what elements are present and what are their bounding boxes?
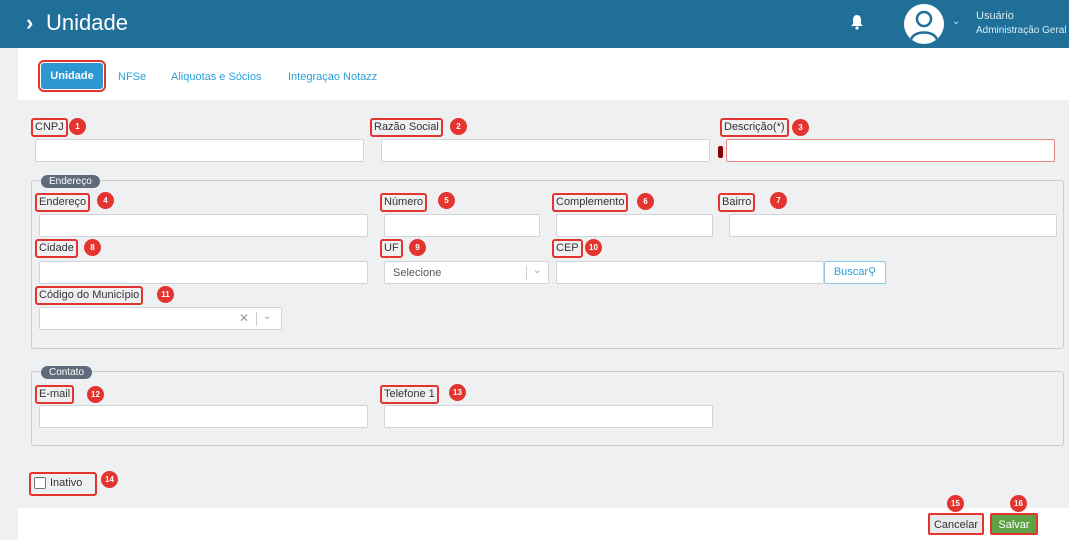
badge-8: 8	[84, 239, 101, 256]
uf-select[interactable]: Selecione ⌄	[384, 261, 549, 284]
badge-6: 6	[637, 193, 654, 210]
cnpj-input[interactable]	[35, 139, 364, 162]
tab-unidade[interactable]: Unidade	[38, 60, 106, 92]
badge-13: 13	[449, 384, 466, 401]
badge-16: 16	[1010, 495, 1027, 512]
razao-social-label: Razão Social	[370, 118, 443, 137]
chevron-down-icon[interactable]: ⌄	[263, 311, 271, 322]
chevron-down-icon[interactable]: ⌄	[533, 265, 541, 276]
search-icon: ⚲	[868, 266, 877, 278]
codigo-municipio-label: Código do Município	[35, 286, 144, 305]
buscar-label: Buscar	[833, 266, 869, 278]
badge-5: 5	[438, 192, 455, 209]
telefone-label: Telefone 1	[380, 385, 439, 404]
footer-bar	[18, 508, 1069, 540]
chevron-down-icon[interactable]: ⌄	[952, 16, 960, 27]
page-title: Unidade	[46, 10, 128, 35]
avatar[interactable]	[904, 4, 944, 44]
endereco-legend: Endereço	[41, 175, 100, 188]
user-icon	[909, 10, 939, 41]
buscar-button[interactable]: Buscar⚲	[824, 261, 886, 284]
cep-label: CEP	[552, 239, 583, 258]
top-bar: › Unidade ⌄ Usuário Administração Geral	[0, 0, 1069, 48]
cidade-input[interactable]	[39, 261, 368, 284]
endereco-input[interactable]	[39, 214, 368, 237]
bairro-input[interactable]	[729, 214, 1057, 237]
tab-integracao-notazz[interactable]: Integraçao Notazz	[288, 70, 377, 84]
numero-input[interactable]	[384, 214, 540, 237]
contato-legend: Contato	[41, 366, 93, 379]
tab-bar: Unidade NFSe Aliquotas e Sócios Integraç…	[18, 48, 1069, 100]
descricao-input[interactable]	[726, 139, 1055, 162]
cancel-button[interactable]: Cancelar	[928, 513, 984, 535]
telefone-input[interactable]	[384, 405, 713, 428]
save-button[interactable]: Salvar	[990, 513, 1038, 535]
badge-15: 15	[947, 495, 964, 512]
cep-input[interactable]	[556, 261, 824, 284]
badge-4: 4	[97, 192, 114, 209]
bell-icon[interactable]	[850, 14, 864, 30]
select-separator	[256, 312, 257, 326]
tab-nfse[interactable]: NFSe	[118, 70, 146, 84]
cidade-label: Cidade	[35, 239, 78, 258]
required-marker	[718, 146, 723, 158]
inativo-checkbox[interactable]	[34, 477, 46, 489]
numero-label: Número	[380, 193, 428, 212]
email-label: E-mail	[35, 385, 75, 404]
bairro-label: Bairro	[718, 193, 756, 212]
uf-label: UF	[380, 239, 403, 258]
badge-1: 1	[69, 118, 86, 135]
cnpj-label: CNPJ	[31, 118, 68, 137]
badge-9: 9	[409, 239, 426, 256]
user-name: Usuário	[976, 10, 1014, 22]
clear-icon[interactable]: ✕	[239, 311, 249, 325]
user-role: Administração Geral	[976, 25, 1067, 36]
chevron-right-icon[interactable]: ›	[26, 10, 33, 36]
codigo-municipio-select[interactable]: ✕ ⌄	[39, 307, 282, 330]
endereco-label: Endereço	[35, 193, 91, 212]
uf-select-value: Selecione	[393, 267, 442, 279]
complemento-label: Complemento	[552, 193, 629, 212]
badge-10: 10	[585, 239, 602, 256]
badge-14: 14	[101, 471, 118, 488]
badge-2: 2	[450, 118, 467, 135]
descricao-label: Descrição(*)	[720, 118, 789, 137]
badge-7: 7	[770, 192, 787, 209]
inativo-label: Inativo	[50, 477, 83, 489]
badge-12: 12	[87, 386, 104, 403]
email-input[interactable]	[39, 405, 368, 428]
badge-11: 11	[157, 286, 174, 303]
badge-3: 3	[792, 119, 809, 136]
razao-social-input[interactable]	[381, 139, 710, 162]
complemento-input[interactable]	[556, 214, 713, 237]
select-separator	[526, 266, 527, 280]
tab-aliquotas-socios[interactable]: Aliquotas e Sócios	[171, 70, 262, 84]
